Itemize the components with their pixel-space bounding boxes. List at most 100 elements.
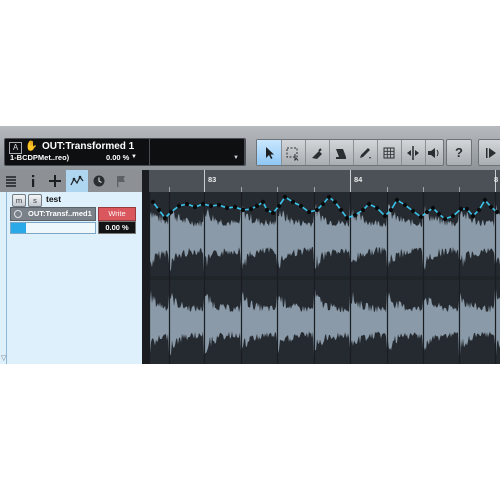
- eraser-icon: [312, 147, 322, 159]
- automation-envelope[interactable]: [149, 192, 500, 364]
- automation-point[interactable]: [410, 208, 416, 214]
- automation-point[interactable]: [306, 209, 312, 215]
- automation-point[interactable]: [260, 199, 266, 205]
- power-icon[interactable]: [14, 210, 22, 218]
- add-icon[interactable]: [44, 170, 66, 192]
- expand-arrow-icon[interactable]: ▽: [1, 354, 6, 362]
- automation-point[interactable]: [150, 199, 156, 205]
- help-group: ?: [446, 139, 472, 166]
- automation-point[interactable]: [382, 213, 388, 219]
- paint-tool-button[interactable]: [329, 140, 354, 165]
- mute-button[interactable]: m: [12, 194, 26, 207]
- arrow-tool-button[interactable]: [257, 140, 282, 165]
- automation-point[interactable]: [476, 207, 482, 213]
- automation-point[interactable]: [216, 202, 222, 208]
- speaker-icon: [428, 147, 439, 158]
- split-icon: [407, 145, 419, 160]
- timeline-ruler[interactable]: 83 84 8: [149, 170, 500, 193]
- automation-point[interactable]: [176, 203, 182, 209]
- automation-line[interactable]: [152, 195, 498, 220]
- clock-icon[interactable]: [88, 170, 110, 192]
- automation-point[interactable]: [232, 204, 238, 210]
- list-icon[interactable]: [0, 170, 22, 192]
- automation-point[interactable]: [388, 207, 394, 213]
- hand-icon[interactable]: ✋: [25, 142, 37, 152]
- automation-point[interactable]: [332, 199, 338, 205]
- parameter-label: OUT:Transf..med1: [28, 209, 92, 218]
- play-icon: [486, 147, 496, 158]
- automation-icon[interactable]: [66, 170, 88, 192]
- automation-point[interactable]: [424, 209, 430, 215]
- automation-point[interactable]: [276, 203, 282, 209]
- automation-point[interactable]: [168, 209, 174, 215]
- split-tool-button[interactable]: [401, 140, 426, 165]
- pencil-icon: [360, 147, 371, 159]
- automation-point[interactable]: [314, 207, 320, 213]
- inspector-tabs: [0, 170, 142, 192]
- automation-point[interactable]: [224, 205, 230, 211]
- automation-point[interactable]: [464, 206, 470, 212]
- automation-point[interactable]: [248, 206, 254, 212]
- bar-tick: [204, 170, 205, 192]
- range-icon: [286, 147, 299, 161]
- bar-number: 84: [354, 175, 363, 184]
- automation-point[interactable]: [264, 207, 270, 213]
- transport-group: [478, 139, 500, 166]
- automation-point[interactable]: [374, 205, 380, 211]
- automation-point[interactable]: [156, 207, 162, 213]
- automation-point[interactable]: [488, 204, 494, 210]
- automation-point[interactable]: [240, 207, 246, 213]
- automation-point[interactable]: [270, 210, 276, 216]
- automation-point[interactable]: [344, 215, 350, 221]
- track-subtitle: 1-BCDPMet..reo): [10, 153, 70, 162]
- info-icon[interactable]: [22, 170, 44, 192]
- automation-point[interactable]: [184, 201, 190, 207]
- automation-point[interactable]: [418, 214, 424, 220]
- automation-point[interactable]: [470, 213, 476, 219]
- automation-point[interactable]: [436, 211, 442, 217]
- automation-point[interactable]: [450, 213, 456, 219]
- automation-point[interactable]: [192, 204, 198, 210]
- draw-tool-button[interactable]: [353, 140, 378, 165]
- quantize-tool-button[interactable]: [377, 140, 402, 165]
- track-percent: 0.00 %: [106, 153, 130, 162]
- bar-number: 83: [208, 175, 217, 184]
- automation-parameter-select[interactable]: OUT:Transf..med1: [10, 207, 96, 221]
- selection-dropdown[interactable]: ▼: [149, 138, 245, 166]
- automation-point[interactable]: [360, 207, 366, 213]
- paint-icon: [336, 148, 346, 159]
- slider-fill: [11, 223, 27, 233]
- flag-icon[interactable]: [110, 170, 132, 192]
- automation-value-slider[interactable]: [10, 222, 96, 234]
- automation-point[interactable]: [200, 201, 206, 207]
- eraser-tool-button[interactable]: [305, 140, 330, 165]
- automation-point[interactable]: [338, 207, 344, 213]
- automation-point[interactable]: [290, 199, 296, 205]
- chevron-down-icon[interactable]: ▼: [131, 154, 137, 160]
- solo-button[interactable]: s: [28, 194, 42, 207]
- automation-point[interactable]: [494, 209, 500, 215]
- help-button[interactable]: ?: [447, 140, 471, 165]
- write-mode-button[interactable]: Write: [98, 207, 136, 221]
- automation-point[interactable]: [298, 203, 304, 209]
- automation-point[interactable]: [254, 203, 260, 209]
- automation-point[interactable]: [282, 194, 288, 200]
- play-button[interactable]: [479, 140, 500, 165]
- automation-point[interactable]: [162, 215, 168, 221]
- automation-point[interactable]: [442, 216, 448, 222]
- range-tool-button[interactable]: [281, 140, 306, 165]
- automation-point[interactable]: [430, 205, 436, 211]
- track-name: test: [46, 194, 62, 204]
- automation-point[interactable]: [482, 197, 488, 203]
- automation-point[interactable]: [326, 194, 332, 200]
- automation-point[interactable]: [352, 212, 358, 218]
- automation-point[interactable]: [394, 197, 400, 203]
- automation-point[interactable]: [366, 201, 372, 207]
- listen-tool-button[interactable]: [425, 140, 443, 165]
- automation-point[interactable]: [458, 206, 464, 212]
- arrange-editor[interactable]: [148, 192, 500, 364]
- automation-point[interactable]: [320, 201, 326, 207]
- automation-point[interactable]: [208, 203, 214, 209]
- automation-value-field[interactable]: 0.00 %: [98, 221, 136, 234]
- automation-point[interactable]: [402, 202, 408, 208]
